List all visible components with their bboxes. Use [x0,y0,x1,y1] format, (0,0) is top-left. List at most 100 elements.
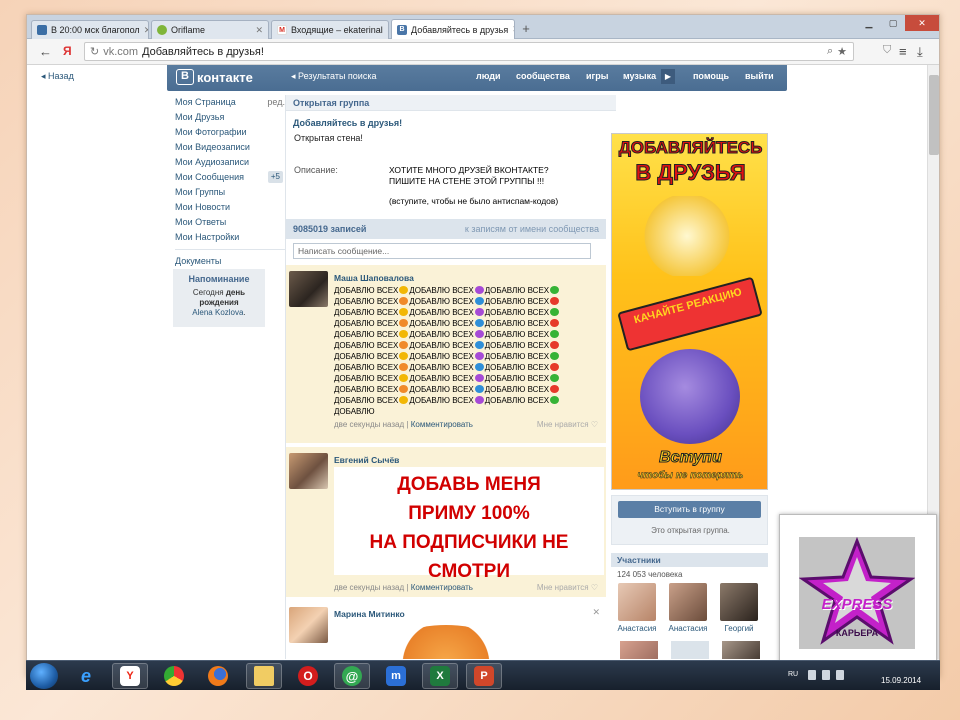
maximize-button[interactable]: ▢ [881,15,905,31]
vk-favicon-icon: B [397,24,407,35]
menu-icon[interactable]: ≡ [899,44,907,59]
wall-filter-link[interactable]: к записям от имени сообщества [465,224,599,234]
url-field[interactable]: ↻ vk.com Добавляйтесь в друзья! ⌕ ★ [84,42,854,61]
zoom-icon[interactable]: ⌕ [827,45,833,58]
ad-banner[interactable]: ДОБАВЛЯЙТЕСЬ В ДРУЗЬЯ КАЧАЙТЕ РЕАКЦИЮ Вс… [611,133,768,490]
post-meta: две секунды назад | Комментировать [334,420,473,429]
avatar[interactable] [289,607,328,643]
edit-link[interactable]: ред. [267,95,285,110]
comment-link[interactable]: Комментировать [411,583,473,592]
tray-network-icon[interactable] [822,670,830,680]
avatar[interactable] [289,271,328,307]
start-button[interactable] [30,663,58,689]
post-word: ДОБАВЛЮ ВСЕХ [409,352,474,361]
member-item[interactable]: Анастасия [615,583,659,633]
close-tab-icon[interactable]: ✕ [508,24,514,35]
menu-videos[interactable]: Мои Видеозаписи [175,140,285,155]
post-word: ДОБАВЛЮ ВСЕХ [334,352,399,361]
taskbar-yandex[interactable]: Y [112,663,148,689]
clock-date[interactable]: 15.09.2014 [881,676,921,685]
reminder-user-link[interactable]: Alena Kozlova [192,308,243,317]
heart-icon [399,308,409,316]
member-item[interactable]: Георгий [717,583,761,633]
nav-people[interactable]: люди [476,71,501,81]
vk-logo[interactable]: Вконтакте [176,68,253,86]
menu-answers[interactable]: Мои Ответы [175,215,285,230]
avatar[interactable] [671,641,709,659]
tab-4-active[interactable]: B Добавляйтесь в друзья ✕ [391,19,515,39]
members-count: 124 053 человека [617,570,683,579]
tab-1[interactable]: В 20:00 мск благопол ✕ [31,20,149,39]
tab-favicon-icon [157,25,167,35]
heart-icon [550,286,560,294]
minimize-button[interactable]: ▁ [857,15,881,31]
wall-count: 9085019 записей [293,224,367,234]
menu-audio[interactable]: Мои Аудиозаписи [175,155,285,170]
back-link[interactable]: ◂ Назад [41,71,74,82]
close-tab-icon[interactable]: ✕ [140,25,148,36]
menu-photos[interactable]: Мои Фотографии [175,125,285,140]
taskbar-maxthon[interactable]: m [378,663,414,689]
tray-volume-icon[interactable] [836,670,844,680]
heart-icon [399,385,409,393]
nav-communities[interactable]: сообщества [516,71,570,81]
taskbar-ie[interactable]: e [68,663,104,689]
wall-post-input[interactable]: Написать сообщение... [293,243,591,259]
heart-icon [474,319,484,327]
heart-icon [474,297,484,305]
menu-groups[interactable]: Мои Группы [175,185,285,200]
close-window-button[interactable]: ✕ [905,15,939,31]
download-icon[interactable]: ⤓ [917,44,923,60]
tray-flag-icon[interactable] [808,670,816,680]
language-indicator[interactable]: RU [788,671,798,678]
menu-my-page[interactable]: Моя Страница ред. [175,95,285,110]
menu-messages[interactable]: Мои Сообщения +5 [175,170,285,185]
search-results-link[interactable]: ◂ Результаты поиска [291,71,376,82]
new-tab-button[interactable]: + [518,21,534,37]
menu-documents[interactable]: Документы [175,254,285,269]
post-text-line: ДОБАВЛЮ ВСЕХ ДОБАВЛЮ ВСЕХ ДОБАВЛЮ ВСЕХ [334,340,584,351]
back-arrow-icon[interactable]: ← [39,44,52,59]
menu-settings[interactable]: Мои Настройки [175,230,285,245]
music-play-icon[interactable]: ▶ [661,69,675,84]
ad-headline-2: В ДРУЗЬЯ [635,160,746,186]
protect-shield-icon[interactable]: ⛉ [883,44,891,57]
post-word: ДОБАВЛЮ ВСЕХ [409,363,474,372]
taskbar-explorer[interactable] [246,663,282,689]
tab-3[interactable]: M Входящие – ekaterinal ✕ [271,20,389,39]
heart-icon [550,341,560,349]
like-button[interactable]: Мне нравится ♡ [537,583,598,592]
taskbar-chrome[interactable] [156,663,192,689]
nav-logout[interactable]: выйти [745,71,774,81]
post-author-link[interactable]: Маша Шаповалова [334,273,414,283]
bookmark-star-icon[interactable]: ★ [837,45,847,58]
close-tab-icon[interactable]: ✕ [251,25,263,36]
taskbar-mail-agent[interactable]: @ [334,663,370,689]
close-icon[interactable]: ✕ [592,607,600,618]
avatar[interactable] [722,641,760,659]
comment-link[interactable]: Комментировать [411,420,473,429]
nav-games[interactable]: игры [586,71,608,81]
member-item[interactable]: Анастасия [666,583,710,633]
post-author-link[interactable]: Евгений Сычёв [334,455,399,465]
tab-2[interactable]: Oriflame ✕ [151,20,269,39]
avatar[interactable] [289,453,328,489]
taskbar-firefox[interactable] [200,663,236,689]
menu-friends[interactable]: Мои Друзья [175,110,285,125]
avatar[interactable] [620,641,658,659]
taskbar-excel[interactable]: X [422,663,458,689]
nav-help[interactable]: помощь [693,71,729,81]
nav-music[interactable]: музыка [623,71,656,81]
post-author-link[interactable]: Марина Митинко [334,609,405,619]
menu-news[interactable]: Мои Новости [175,200,285,215]
taskbar-powerpoint[interactable]: P [466,663,502,689]
heart-icon [550,297,560,305]
members-header[interactable]: Участники [611,553,768,567]
reload-icon[interactable]: ↻ [90,45,99,58]
join-group-button[interactable]: Вступить в группу [618,501,761,518]
yandex-icon[interactable]: Я [63,44,72,58]
scrollbar-thumb[interactable] [929,75,939,155]
taskbar-opera[interactable]: O [290,663,326,689]
like-button[interactable]: Мне нравится ♡ [537,420,598,429]
close-tab-icon[interactable]: ✕ [383,25,388,36]
